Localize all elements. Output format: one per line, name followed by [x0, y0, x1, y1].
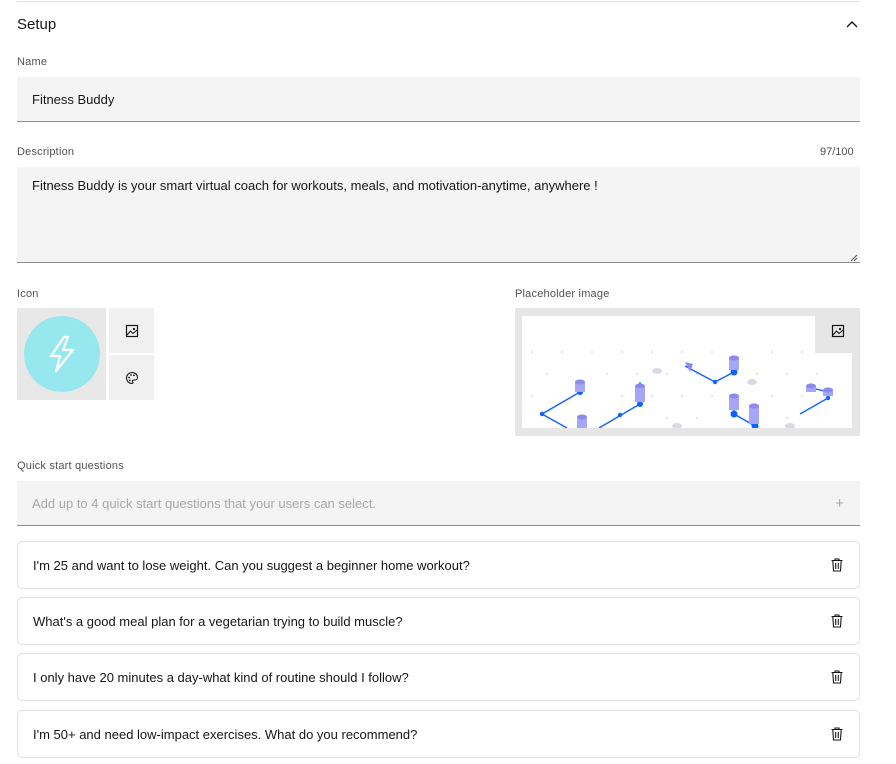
placeholder-image — [522, 316, 852, 428]
placeholder-image-label: Placeholder image — [515, 288, 610, 300]
question-card: I'm 25 and want to lose weight. Can you … — [17, 541, 860, 589]
question-card: What's a good meal plan for a vegetarian… — [17, 597, 860, 645]
divider — [17, 1, 860, 2]
question-card: I only have 20 minutes a day-what kind o… — [17, 653, 860, 701]
question-text: I'm 50+ and need low-impact exercises. W… — [33, 726, 418, 742]
icon-upload-button[interactable] — [109, 308, 154, 353]
quick-start-input[interactable]: Add up to 4 quick start questions that y… — [17, 481, 860, 526]
setup-panel: Setup Name Fitness Buddy Description 97/… — [0, 0, 896, 764]
chevron-up-icon[interactable] — [844, 16, 860, 32]
trash-icon[interactable] — [829, 613, 845, 629]
trash-icon[interactable] — [829, 557, 845, 573]
description-textarea[interactable]: Fitness Buddy is your smart virtual coac… — [17, 167, 860, 263]
icon-preview — [17, 308, 106, 400]
image-icon — [125, 324, 138, 337]
icon-label: Icon — [17, 288, 39, 300]
section-title: Setup — [17, 15, 57, 33]
icon-color-button[interactable] — [109, 355, 154, 400]
add-question-icon[interactable]: + — [835, 495, 844, 512]
description-text: Fitness Buddy is your smart virtual coac… — [32, 178, 598, 193]
question-text: I'm 25 and want to lose weight. Can you … — [33, 557, 470, 573]
name-label: Name — [17, 56, 48, 68]
trash-icon[interactable] — [829, 726, 845, 742]
image-icon — [831, 324, 844, 337]
isometric-network-illustration — [530, 350, 833, 428]
question-text: I only have 20 minutes a day-what kind o… — [33, 669, 409, 685]
setup-section-toggle[interactable]: Setup — [17, 12, 860, 36]
description-char-counter: 97/100 — [820, 146, 854, 158]
name-field[interactable]: Fitness Buddy — [17, 77, 860, 122]
resize-handle-icon[interactable] — [848, 250, 858, 262]
question-card: I'm 50+ and need low-impact exercises. W… — [17, 710, 860, 758]
question-text: What's a good meal plan for a vegetarian… — [33, 613, 403, 629]
quick-start-placeholder: Add up to 4 quick start questions that y… — [32, 495, 376, 511]
icon-avatar — [23, 316, 100, 392]
quick-start-label: Quick start questions — [17, 460, 124, 472]
palette-icon — [125, 371, 138, 384]
placeholder-image-upload-button[interactable] — [815, 308, 860, 353]
lightning-bolt-icon — [49, 335, 74, 373]
placeholder-image-frame — [515, 308, 860, 436]
description-label: Description — [17, 146, 75, 158]
trash-icon[interactable] — [829, 669, 845, 685]
